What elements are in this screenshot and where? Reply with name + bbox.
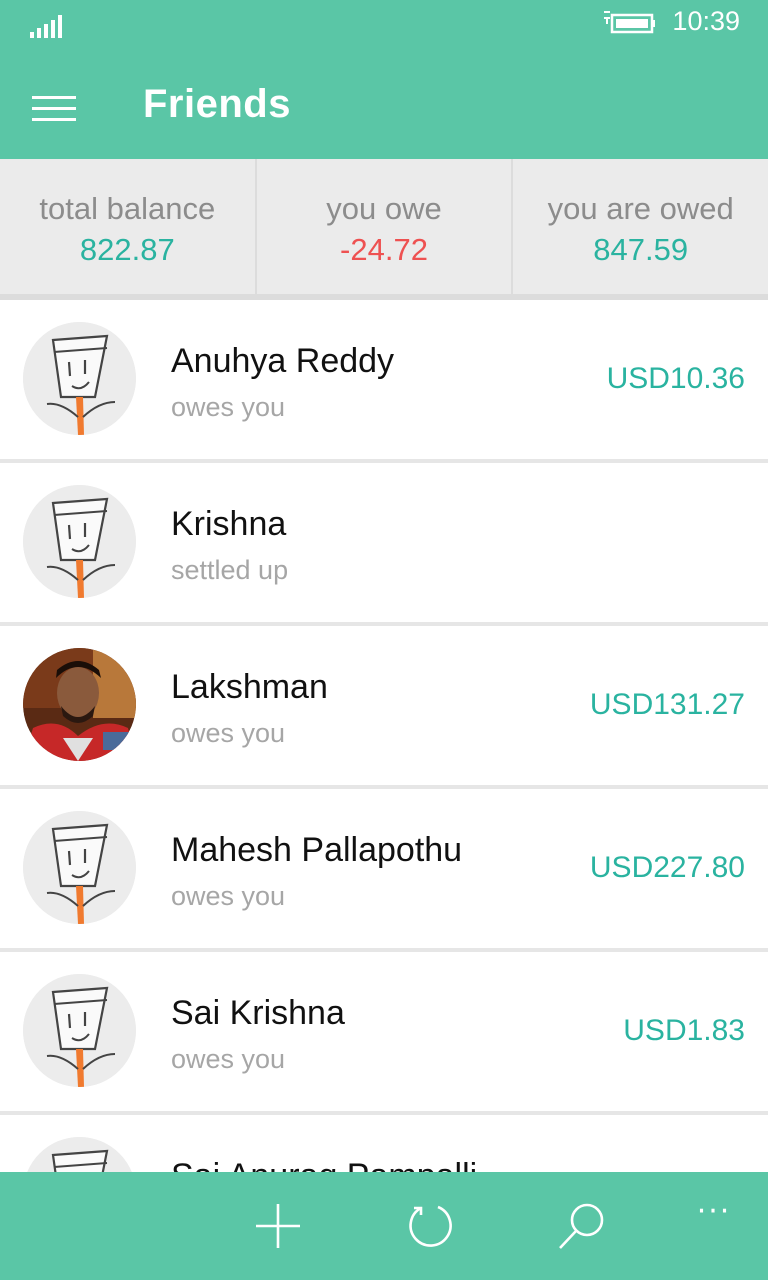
photo-avatar-icon <box>23 648 136 761</box>
friend-status: owes you <box>171 881 286 911</box>
page-title: Friends <box>143 82 291 126</box>
friend-amount: USD10.36 <box>606 362 745 395</box>
signal-icon <box>30 15 62 38</box>
friend-amount: USD227.80 <box>589 851 745 884</box>
list-item[interactable]: Sai Anurag Pampalli <box>0 1115 768 1172</box>
you-owe-label: you owe <box>326 191 442 226</box>
refresh-icon[interactable] <box>404 1200 456 1252</box>
friend-status: owes you <box>171 1044 286 1074</box>
total-balance-label: total balance <box>39 191 216 226</box>
battery-charging-icon <box>604 11 655 34</box>
friend-status: owes you <box>171 718 286 748</box>
total-balance-cell: total balance 822.87 <box>0 159 257 294</box>
clock: 10:39 <box>672 6 740 36</box>
list-item[interactable]: Lakshman owes you USD131.27 <box>0 626 768 789</box>
friend-name: Anuhya Reddy <box>171 342 395 380</box>
list-item[interactable]: Sai Krishna owes you USD1.83 <box>0 952 768 1115</box>
balance-summary: total balance 822.87 you owe -24.72 you … <box>0 159 768 294</box>
add-icon[interactable] <box>252 1200 304 1252</box>
friend-status: owes you <box>171 392 286 422</box>
status-bar: 10:39 <box>0 0 768 52</box>
friend-name: Lakshman <box>171 668 328 706</box>
friend-name: Sai Anurag Pampalli <box>171 1157 477 1172</box>
friend-amount: USD1.83 <box>623 1014 745 1047</box>
app-header: Friends <box>0 52 768 159</box>
friend-list[interactable]: Anuhya Reddy owes you USD10.36 Krishna s… <box>0 300 768 1172</box>
default-avatar-icon <box>23 322 136 435</box>
friend-name: Krishna <box>171 505 287 543</box>
list-item[interactable]: Mahesh Pallapothu owes you USD227.80 <box>0 789 768 952</box>
friend-name: Sai Krishna <box>171 994 345 1032</box>
default-avatar-icon <box>23 1137 136 1172</box>
hamburger-icon[interactable] <box>30 90 78 124</box>
app-bar: ··· <box>0 1172 768 1280</box>
friend-amount: USD131.27 <box>589 688 745 721</box>
you-owe-value: -24.72 <box>340 232 428 267</box>
list-item[interactable]: Anuhya Reddy owes you USD10.36 <box>0 300 768 463</box>
default-avatar-icon <box>23 974 136 1087</box>
more-icon[interactable]: ··· <box>692 1192 736 1242</box>
default-avatar-icon <box>23 485 136 598</box>
friend-status: settled up <box>171 555 289 585</box>
you-are-owed-value: 847.59 <box>593 232 689 267</box>
friend-name: Mahesh Pallapothu <box>171 831 463 869</box>
default-avatar-icon <box>23 811 136 924</box>
you-are-owed-label: you are owed <box>547 191 734 226</box>
you-are-owed-cell: you are owed 847.59 <box>513 159 768 294</box>
you-owe-cell: you owe -24.72 <box>257 159 514 294</box>
total-balance-value: 822.87 <box>79 232 175 267</box>
list-item[interactable]: Krishna settled up <box>0 463 768 626</box>
search-icon[interactable] <box>556 1200 608 1252</box>
